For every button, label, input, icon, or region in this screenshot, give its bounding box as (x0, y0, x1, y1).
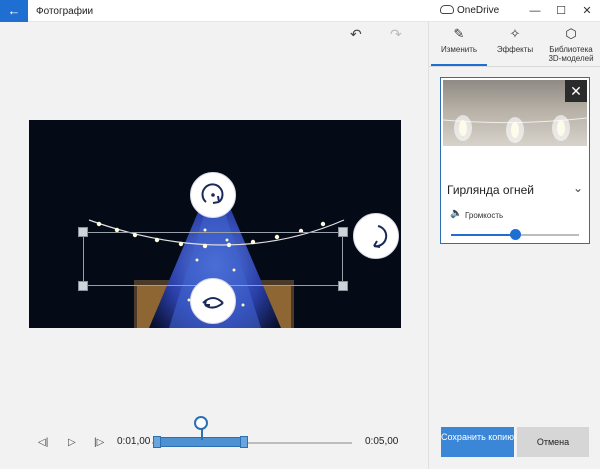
app-title: Фотографии (36, 6, 94, 17)
start-time: 0:01,00 (117, 436, 151, 447)
tab-edit[interactable]: ✎ Изменить (431, 26, 487, 66)
resize-handle-top-left[interactable] (78, 227, 88, 237)
tab-label: Эффекты (496, 45, 534, 54)
redo-icon[interactable]: ↷ (390, 26, 402, 43)
speaker-icon: 🔈 (450, 208, 463, 219)
resize-handle-top-right[interactable] (338, 227, 348, 237)
resize-handle-bottom-right[interactable] (338, 281, 348, 291)
cloud-icon (440, 5, 454, 14)
play-icon[interactable]: ▷ (68, 437, 76, 448)
end-time: 0:05,00 (365, 436, 399, 447)
tabs-divider (429, 66, 600, 67)
close-icon[interactable]: ✕ (565, 80, 587, 102)
volume-label: Громкость (465, 211, 504, 220)
range-start-handle[interactable] (153, 436, 161, 448)
magic-wand-icon: ✧ (509, 26, 521, 41)
editor-area: ↶ ↷ ◁| ▷ |▷ 0:01,00 0:05,00 (0, 22, 428, 469)
cancel-button[interactable]: Отмена (517, 427, 589, 457)
effect-title: Гирлянда огней (447, 183, 534, 197)
tab-3d-library[interactable]: ⬡ Библиотека 3D-моделей (543, 26, 599, 63)
rotate-ccw-icon[interactable] (353, 213, 399, 259)
rotate-cw-icon[interactable] (190, 172, 236, 218)
rotate-flip-icon[interactable] (190, 278, 236, 324)
maximize-button[interactable]: ☐ (548, 0, 574, 22)
step-forward-icon[interactable]: |▷ (94, 437, 104, 448)
effect-thumbnail: ✕ (443, 80, 587, 146)
step-back-icon[interactable]: ◁| (38, 437, 48, 448)
volume-fill (451, 234, 515, 236)
close-window-button[interactable]: ✕ (574, 0, 600, 22)
pencil-icon: ✎ (453, 26, 465, 41)
chevron-down-icon[interactable]: ⌄ (573, 181, 583, 195)
side-panel: ✎ Изменить ✧ Эффекты ⬡ Библиотека 3D-мод… (428, 22, 600, 469)
tab-effects[interactable]: ✧ Эффекты (487, 26, 543, 54)
back-button[interactable]: ← (0, 0, 28, 22)
range-end-handle[interactable] (240, 436, 248, 448)
timeline: ◁| ▷ |▷ 0:01,00 0:05,00 (0, 392, 428, 452)
onedrive-label: OneDrive (457, 5, 500, 16)
tab-label: Библиотека 3D-моделей (548, 45, 594, 63)
cube-icon: ⬡ (565, 26, 577, 41)
onedrive-button[interactable]: OneDrive (440, 5, 499, 16)
tab-label: Изменить (440, 45, 478, 54)
effect-card: ✕ Гирлянда огней ⌄ 🔈 Громкость (440, 77, 590, 244)
undo-icon[interactable]: ↶ (350, 26, 362, 43)
save-copy-button[interactable]: Сохранить копию (441, 427, 514, 457)
resize-handle-bottom-left[interactable] (78, 281, 88, 291)
video-preview[interactable] (29, 120, 401, 328)
title-bar: ← Фотографии OneDrive — ☐ ✕ (0, 0, 600, 22)
playhead-handle[interactable] (194, 416, 208, 430)
minimize-button[interactable]: — (522, 0, 548, 22)
photos-app-window: ← Фотографии OneDrive — ☐ ✕ ↶ ↷ ◁| ▷ |▷ … (0, 0, 600, 469)
volume-slider-knob[interactable] (510, 229, 521, 240)
